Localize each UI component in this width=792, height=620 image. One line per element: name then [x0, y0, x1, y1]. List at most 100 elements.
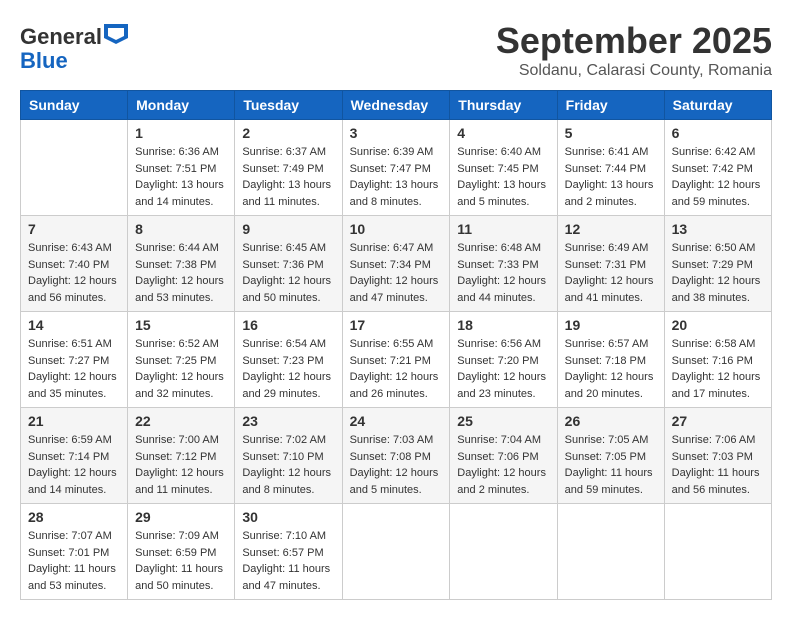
day-number: 27: [672, 413, 764, 429]
header: General Blue September 2025 Soldanu, Cal…: [20, 20, 772, 80]
day-number: 26: [565, 413, 657, 429]
calendar-cell: 26 Sunrise: 7:05 AM Sunset: 7:05 PM Dayli…: [557, 408, 664, 504]
location: Soldanu, Calarasi County, Romania: [496, 62, 772, 80]
calendar-week-row: 1 Sunrise: 6:36 AM Sunset: 7:51 PM Daylig…: [21, 120, 772, 216]
calendar-cell: 2 Sunrise: 6:37 AM Sunset: 7:49 PM Daylig…: [235, 120, 342, 216]
calendar-cell: 1 Sunrise: 6:36 AM Sunset: 7:51 PM Daylig…: [128, 120, 235, 216]
day-number: 24: [350, 413, 443, 429]
day-detail: Sunrise: 7:05 AM Sunset: 7:05 PM Dayligh…: [565, 432, 657, 498]
day-number: 30: [242, 509, 334, 525]
day-detail: Sunrise: 6:52 AM Sunset: 7:25 PM Dayligh…: [135, 336, 227, 402]
calendar-cell: [450, 504, 557, 600]
calendar-cell: 20Sunrise: 6:58 AM Sunset: 7:16 PM Dayli…: [664, 312, 771, 408]
calendar-cell: 24Sunrise: 7:03 AM Sunset: 7:08 PM Dayli…: [342, 408, 450, 504]
day-detail: Sunrise: 6:44 AM Sunset: 7:38 PM Dayligh…: [135, 240, 227, 306]
calendar-cell: 18 Sunrise: 6:56 AM Sunset: 7:20 PM Dayli…: [450, 312, 557, 408]
day-number: 22: [135, 413, 227, 429]
title-block: September 2025 Soldanu, Calarasi County,…: [496, 20, 772, 80]
day-number: 6: [672, 125, 764, 141]
day-detail: Sunrise: 7:10 AM Sunset: 6:57 PM Dayligh…: [242, 528, 334, 594]
calendar-header-row: Sunday Monday Tuesday Wednesday Thursday…: [21, 91, 772, 120]
calendar-cell: 7 Sunrise: 6:43 AM Sunset: 7:40 PM Daylig…: [21, 216, 128, 312]
calendar-cell: [664, 504, 771, 600]
calendar-cell: 8 Sunrise: 6:44 AM Sunset: 7:38 PM Daylig…: [128, 216, 235, 312]
col-saturday: Saturday: [664, 91, 771, 120]
col-tuesday: Tuesday: [235, 91, 342, 120]
day-detail: Sunrise: 6:48 AM Sunset: 7:33 PM Dayligh…: [457, 240, 549, 306]
day-number: 5: [565, 125, 657, 141]
day-number: 3: [350, 125, 443, 141]
calendar-cell: 23 Sunrise: 7:02 AM Sunset: 7:10 PM Dayli…: [235, 408, 342, 504]
day-number: 21: [28, 413, 120, 429]
calendar-cell: 28Sunrise: 7:07 AM Sunset: 7:01 PM Dayli…: [21, 504, 128, 600]
calendar-week-row: 28Sunrise: 7:07 AM Sunset: 7:01 PM Dayli…: [21, 504, 772, 600]
day-detail: Sunrise: 7:00 AM Sunset: 7:12 PM Dayligh…: [135, 432, 227, 498]
day-number: 15: [135, 317, 227, 333]
day-number: 16: [242, 317, 334, 333]
day-detail: Sunrise: 6:39 AM Sunset: 7:47 PM Dayligh…: [350, 144, 443, 210]
day-detail: Sunrise: 7:02 AM Sunset: 7:10 PM Dayligh…: [242, 432, 334, 498]
day-detail: Sunrise: 6:41 AM Sunset: 7:44 PM Dayligh…: [565, 144, 657, 210]
day-detail: Sunrise: 7:09 AM Sunset: 6:59 PM Dayligh…: [135, 528, 227, 594]
day-number: 13: [672, 221, 764, 237]
day-number: 19: [565, 317, 657, 333]
calendar-cell: 5 Sunrise: 6:41 AM Sunset: 7:44 PM Daylig…: [557, 120, 664, 216]
day-detail: Sunrise: 6:54 AM Sunset: 7:23 PM Dayligh…: [242, 336, 334, 402]
day-detail: Sunrise: 6:36 AM Sunset: 7:51 PM Dayligh…: [135, 144, 227, 210]
day-detail: Sunrise: 6:43 AM Sunset: 7:40 PM Dayligh…: [28, 240, 120, 306]
calendar-cell: 15 Sunrise: 6:52 AM Sunset: 7:25 PM Dayli…: [128, 312, 235, 408]
calendar-cell: 16 Sunrise: 6:54 AM Sunset: 7:23 PM Dayli…: [235, 312, 342, 408]
col-friday: Friday: [557, 91, 664, 120]
day-number: 18: [457, 317, 549, 333]
day-number: 28: [28, 509, 120, 525]
day-detail: Sunrise: 6:37 AM Sunset: 7:49 PM Dayligh…: [242, 144, 334, 210]
day-number: 7: [28, 221, 120, 237]
calendar-cell: 3 Sunrise: 6:39 AM Sunset: 7:47 PM Daylig…: [342, 120, 450, 216]
day-detail: Sunrise: 7:06 AM Sunset: 7:03 PM Dayligh…: [672, 432, 764, 498]
logo-icon: [104, 24, 128, 44]
calendar-cell: 6Sunrise: 6:42 AM Sunset: 7:42 PM Daylig…: [664, 120, 771, 216]
day-number: 12: [565, 221, 657, 237]
calendar-cell: 25Sunrise: 7:04 AM Sunset: 7:06 PM Dayli…: [450, 408, 557, 504]
day-detail: Sunrise: 6:55 AM Sunset: 7:21 PM Dayligh…: [350, 336, 443, 402]
day-number: 14: [28, 317, 120, 333]
day-number: 25: [457, 413, 549, 429]
day-number: 23: [242, 413, 334, 429]
day-number: 2: [242, 125, 334, 141]
calendar-cell: 17 Sunrise: 6:55 AM Sunset: 7:21 PM Dayli…: [342, 312, 450, 408]
logo-general-text: General: [20, 24, 102, 49]
day-detail: Sunrise: 6:47 AM Sunset: 7:34 PM Dayligh…: [350, 240, 443, 306]
day-detail: Sunrise: 6:51 AM Sunset: 7:27 PM Dayligh…: [28, 336, 120, 402]
calendar-week-row: 7 Sunrise: 6:43 AM Sunset: 7:40 PM Daylig…: [21, 216, 772, 312]
calendar-cell: [557, 504, 664, 600]
calendar-cell: 12Sunrise: 6:49 AM Sunset: 7:31 PM Dayli…: [557, 216, 664, 312]
day-number: 17: [350, 317, 443, 333]
day-detail: Sunrise: 6:58 AM Sunset: 7:16 PM Dayligh…: [672, 336, 764, 402]
calendar-cell: 29Sunrise: 7:09 AM Sunset: 6:59 PM Dayli…: [128, 504, 235, 600]
day-number: 9: [242, 221, 334, 237]
calendar-cell: 4Sunrise: 6:40 AM Sunset: 7:45 PM Daylig…: [450, 120, 557, 216]
day-number: 1: [135, 125, 227, 141]
day-number: 4: [457, 125, 549, 141]
calendar-cell: 30 Sunrise: 7:10 AM Sunset: 6:57 PM Dayli…: [235, 504, 342, 600]
day-detail: Sunrise: 6:57 AM Sunset: 7:18 PM Dayligh…: [565, 336, 657, 402]
calendar-cell: [342, 504, 450, 600]
day-detail: Sunrise: 6:45 AM Sunset: 7:36 PM Dayligh…: [242, 240, 334, 306]
calendar-week-row: 14 Sunrise: 6:51 AM Sunset: 7:27 PM Dayli…: [21, 312, 772, 408]
day-detail: Sunrise: 6:59 AM Sunset: 7:14 PM Dayligh…: [28, 432, 120, 498]
col-sunday: Sunday: [21, 91, 128, 120]
col-thursday: Thursday: [450, 91, 557, 120]
calendar-cell: 21 Sunrise: 6:59 AM Sunset: 7:14 PM Dayli…: [21, 408, 128, 504]
calendar-cell: 14 Sunrise: 6:51 AM Sunset: 7:27 PM Dayli…: [21, 312, 128, 408]
month-year: September 2025: [496, 20, 772, 62]
logo-blue-text: Blue: [20, 48, 68, 73]
calendar-cell: 10 Sunrise: 6:47 AM Sunset: 7:34 PM Dayli…: [342, 216, 450, 312]
col-monday: Monday: [128, 91, 235, 120]
day-number: 11: [457, 221, 549, 237]
calendar-table: Sunday Monday Tuesday Wednesday Thursday…: [20, 90, 772, 600]
day-number: 8: [135, 221, 227, 237]
day-detail: Sunrise: 6:56 AM Sunset: 7:20 PM Dayligh…: [457, 336, 549, 402]
day-number: 10: [350, 221, 443, 237]
calendar-week-row: 21 Sunrise: 6:59 AM Sunset: 7:14 PM Dayli…: [21, 408, 772, 504]
calendar-cell: [21, 120, 128, 216]
